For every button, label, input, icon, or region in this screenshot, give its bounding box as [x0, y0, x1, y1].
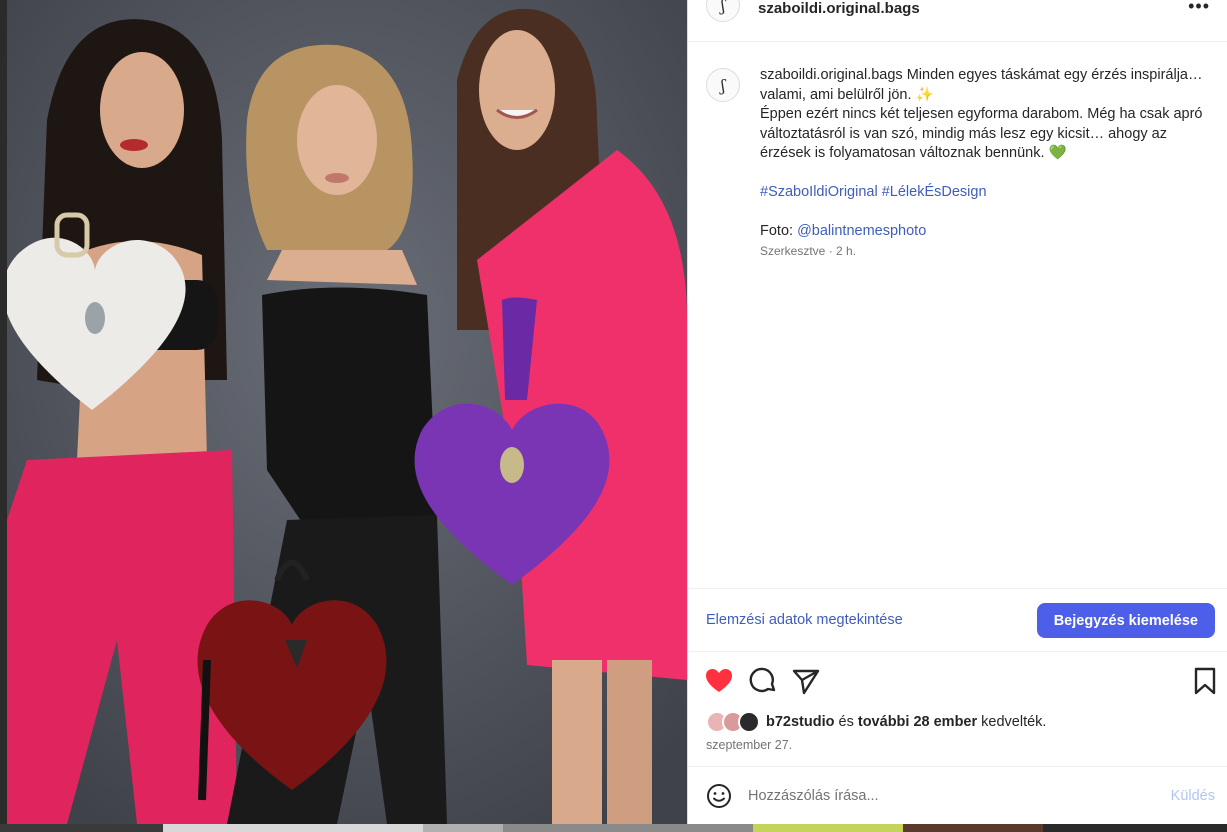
photo-credit-link[interactable]: @balintnemesphoto: [797, 223, 926, 239]
author-avatar[interactable]: ʃ: [706, 0, 740, 22]
insights-bar: Elemzési adatok megtekintése Bejegyzés k…: [688, 588, 1227, 652]
likes-summary: b72studio és további 28 ember kedvelték.: [706, 710, 1046, 734]
heart-filled-icon[interactable]: [704, 666, 734, 696]
liker-avatars[interactable]: [706, 711, 762, 733]
avatar-monogram: ʃ: [720, 0, 726, 15]
other-likers-link[interactable]: további 28 ember: [858, 714, 977, 730]
boost-post-button[interactable]: Bejegyzés kiemelése: [1036, 603, 1215, 638]
edited-meta: Szerkesztve · 2 h.: [760, 242, 1220, 262]
likes-suffix: kedvelték.: [981, 714, 1047, 730]
post-details-panel: ʃ szaboildi.original.bags ••• ʃ szaboild…: [687, 0, 1227, 824]
hashtag-link[interactable]: #SzaboIldiOriginal: [760, 184, 878, 200]
send-comment-button[interactable]: Küldés: [1171, 788, 1215, 804]
post-header: ʃ szaboildi.original.bags •••: [688, 0, 1227, 42]
backdrop-edge: [0, 0, 7, 824]
edited-label: Szerkesztve: [760, 243, 826, 258]
post-modal: ʃ szaboildi.original.bags ••• ʃ szaboild…: [0, 0, 1227, 832]
liker-avatar: [738, 711, 760, 733]
photo-credit-prefix: Foto:: [760, 223, 794, 239]
hashtag-link[interactable]: #LélekÉsDesign: [882, 184, 987, 200]
comment-bar: Küldés: [688, 766, 1227, 824]
likes-connector: és: [838, 714, 854, 730]
more-horizontal-icon[interactable]: •••: [1188, 0, 1210, 17]
comment-input[interactable]: [748, 785, 1148, 807]
post-photo[interactable]: [0, 0, 687, 824]
background-feed: [0, 824, 1227, 832]
bookmark-icon[interactable]: [1190, 666, 1220, 696]
comment-icon[interactable]: [748, 666, 778, 696]
author-username[interactable]: szaboildi.original.bags: [758, 0, 920, 17]
caption-username[interactable]: szaboildi.original.bags: [760, 67, 903, 83]
time-ago[interactable]: 2 h.: [836, 244, 856, 258]
action-bar: [688, 662, 1227, 698]
view-insights-link[interactable]: Elemzési adatok megtekintése: [706, 612, 903, 628]
avatar-monogram: ʃ: [720, 75, 726, 95]
first-liker[interactable]: b72studio: [766, 714, 834, 730]
photo-illustration: [7, 0, 687, 824]
meta-separator: ·: [828, 243, 833, 258]
post-date[interactable]: szeptember 27.: [706, 738, 792, 752]
send-icon[interactable]: [791, 666, 821, 696]
caption-line-2: Éppen ezért nincs két teljesen egyforma …: [760, 106, 1203, 161]
caption-avatar[interactable]: ʃ: [706, 68, 740, 102]
post-caption: szaboildi.original.bags Minden egyes tás…: [760, 66, 1220, 261]
emoji-icon[interactable]: [706, 783, 732, 809]
